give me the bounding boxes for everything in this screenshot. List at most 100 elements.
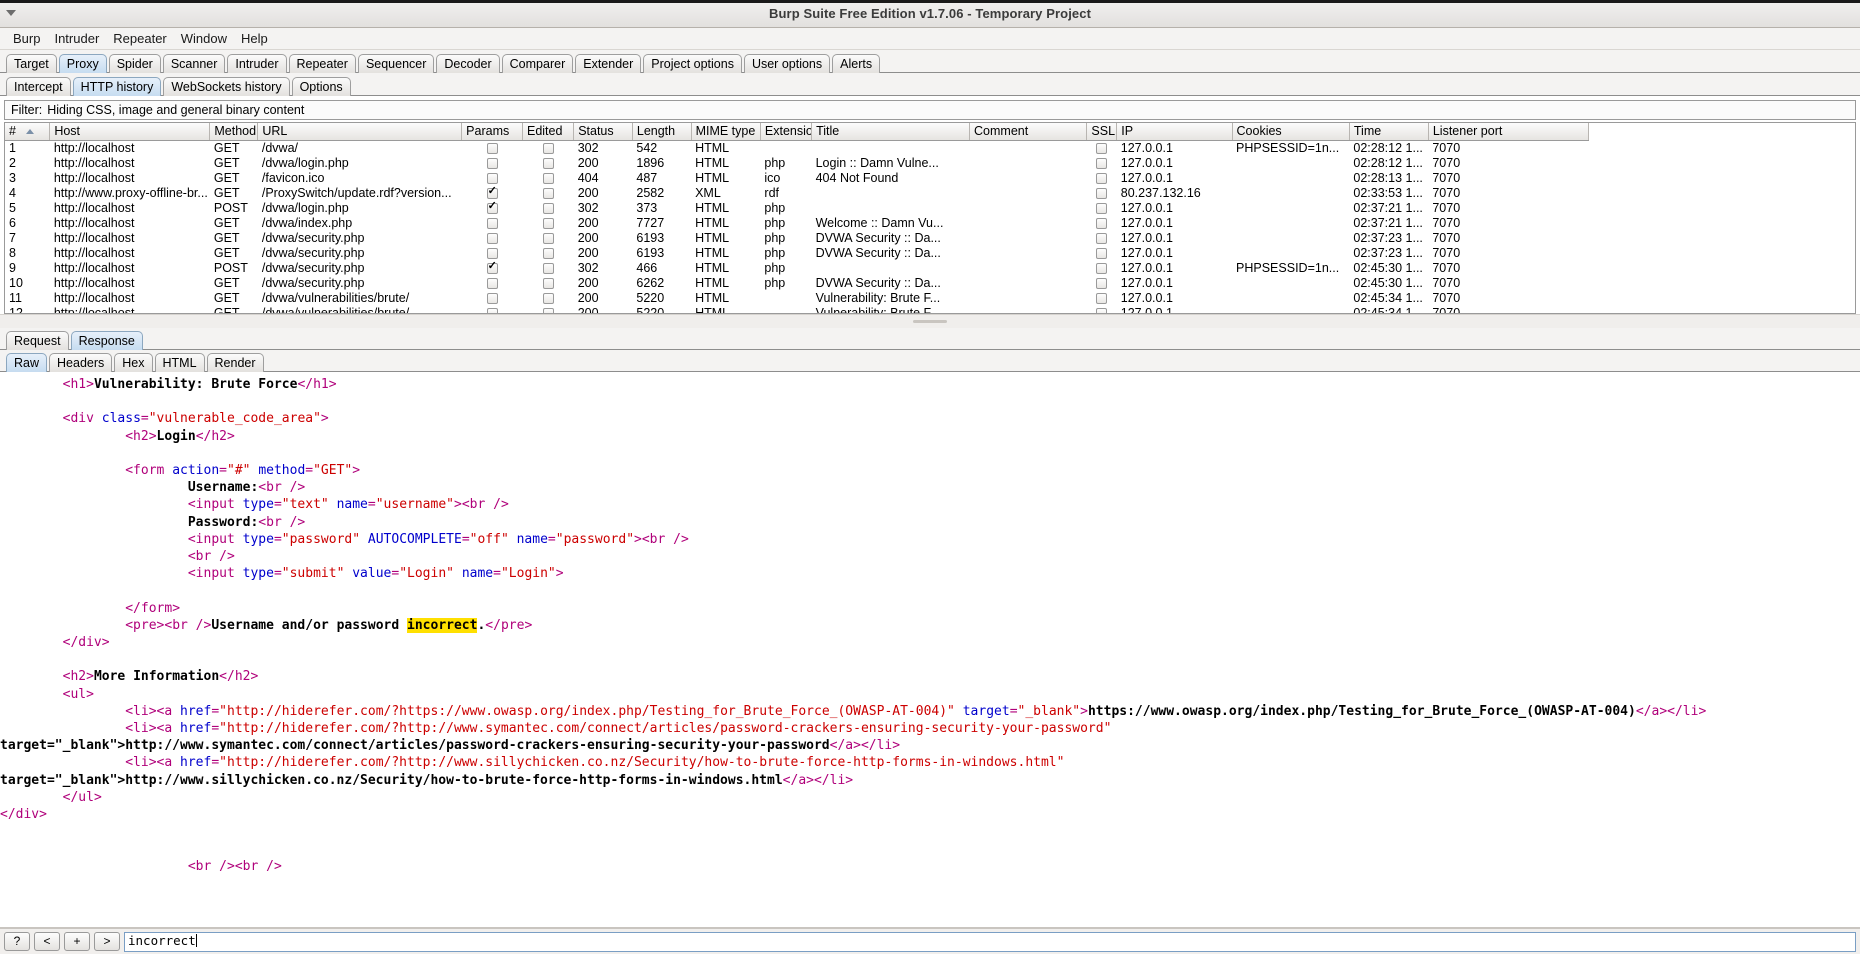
next-match-button[interactable]: > [94, 932, 120, 951]
column-header-ip[interactable]: IP [1117, 123, 1232, 140]
cell-ssl-checkbox[interactable] [1087, 201, 1117, 216]
cell-ssl-checkbox[interactable] [1087, 156, 1117, 171]
cell-params-checkbox[interactable] [462, 186, 523, 201]
menu-item-help[interactable]: Help [234, 29, 275, 48]
cell-edited-checkbox[interactable] [522, 291, 573, 306]
cell-params-checkbox[interactable] [462, 231, 523, 246]
cell-edited-checkbox[interactable] [522, 231, 573, 246]
tab-request[interactable]: Request [6, 331, 69, 350]
cell-edited-checkbox[interactable] [522, 276, 573, 291]
help-button[interactable]: ? [4, 932, 30, 951]
cell-ssl-checkbox[interactable] [1087, 291, 1117, 306]
cell-edited-checkbox[interactable] [522, 306, 573, 315]
search-input[interactable]: incorrect [124, 932, 1856, 952]
cell-params-checkbox[interactable] [462, 201, 523, 216]
column-header-cookies[interactable]: Cookies [1232, 123, 1349, 140]
table-row[interactable]: 8http://localhostGET/dvwa/security.php20… [5, 246, 1589, 261]
viewtab-raw[interactable]: Raw [6, 353, 47, 372]
horizontal-splitter[interactable] [0, 314, 1860, 328]
cell-edited-checkbox[interactable] [522, 140, 573, 156]
cell-params-checkbox[interactable] [462, 246, 523, 261]
column-header-mime-type[interactable]: MIME type [691, 123, 760, 140]
cell-params-checkbox[interactable] [462, 140, 523, 156]
table-row[interactable]: 2http://localhostGET/dvwa/login.php20018… [5, 156, 1589, 171]
cell-params-checkbox[interactable] [462, 216, 523, 231]
dropdown-triangle-icon[interactable] [6, 10, 16, 16]
table-row[interactable]: 7http://localhostGET/dvwa/security.php20… [5, 231, 1589, 246]
cell-edited-checkbox[interactable] [522, 156, 573, 171]
column-header-comment[interactable]: Comment [970, 123, 1087, 140]
cell-params-checkbox[interactable] [462, 156, 523, 171]
previous-match-button[interactable]: < [34, 932, 60, 951]
cell-params-checkbox[interactable] [462, 261, 523, 276]
table-row[interactable]: 6http://localhostGET/dvwa/index.php20077… [5, 216, 1589, 231]
tab-target[interactable]: Target [6, 54, 57, 73]
column-header-title[interactable]: Title [812, 123, 970, 140]
column-header-status[interactable]: Status [574, 123, 633, 140]
cell-ssl-checkbox[interactable] [1087, 231, 1117, 246]
cell-edited-checkbox[interactable] [522, 246, 573, 261]
table-row[interactable]: 9http://localhostPOST/dvwa/security.php3… [5, 261, 1589, 276]
cell-params-checkbox[interactable] [462, 276, 523, 291]
cell-edited-checkbox[interactable] [522, 186, 573, 201]
subtab-http-history[interactable]: HTTP history [73, 77, 162, 96]
column-header-params[interactable]: Params [462, 123, 523, 140]
tab-spider[interactable]: Spider [109, 54, 161, 73]
subtab-intercept[interactable]: Intercept [6, 77, 71, 96]
viewtab-headers[interactable]: Headers [49, 353, 112, 372]
tab-intruder[interactable]: Intruder [227, 54, 286, 73]
cell-ssl-checkbox[interactable] [1087, 216, 1117, 231]
column-header-url[interactable]: URL [258, 123, 462, 140]
cell-ssl-checkbox[interactable] [1087, 246, 1117, 261]
cell-edited-checkbox[interactable] [522, 216, 573, 231]
table-row[interactable]: 12http://localhostGET/dvwa/vulnerabiliti… [5, 306, 1589, 315]
cell-edited-checkbox[interactable] [522, 171, 573, 186]
column-header-edited[interactable]: Edited [522, 123, 573, 140]
cell-ssl-checkbox[interactable] [1087, 186, 1117, 201]
subtab-options[interactable]: Options [292, 77, 351, 96]
cell-params-checkbox[interactable] [462, 306, 523, 315]
cell-ssl-checkbox[interactable] [1087, 171, 1117, 186]
viewtab-hex[interactable]: Hex [114, 353, 152, 372]
column-header-extension[interactable]: Extension [760, 123, 811, 140]
subtab-websockets-history[interactable]: WebSockets history [163, 77, 289, 96]
tab-extender[interactable]: Extender [575, 54, 641, 73]
tab-project-options[interactable]: Project options [643, 54, 742, 73]
menu-item-window[interactable]: Window [174, 29, 234, 48]
column-header-host[interactable]: Host [50, 123, 210, 140]
tab-sequencer[interactable]: Sequencer [358, 54, 434, 73]
menu-item-burp[interactable]: Burp [6, 29, 47, 48]
column-header-num[interactable]: # [5, 123, 50, 140]
table-row[interactable]: 10http://localhostGET/dvwa/security.php2… [5, 276, 1589, 291]
cell-ssl-checkbox[interactable] [1087, 276, 1117, 291]
column-header-length[interactable]: Length [632, 123, 691, 140]
cell-edited-checkbox[interactable] [522, 201, 573, 216]
tab-comparer[interactable]: Comparer [502, 54, 574, 73]
table-row[interactable]: 1http://localhostGET/dvwa/302542HTML127.… [5, 140, 1589, 156]
tab-proxy[interactable]: Proxy [59, 54, 107, 73]
menu-item-intruder[interactable]: Intruder [47, 29, 106, 48]
column-header-ssl[interactable]: SSL [1087, 123, 1117, 140]
cell-ssl-checkbox[interactable] [1087, 306, 1117, 315]
cell-ssl-checkbox[interactable] [1087, 261, 1117, 276]
viewtab-render[interactable]: Render [207, 353, 264, 372]
response-body-viewer[interactable]: <h1>Vulnerability: Brute Force</h1> <div… [0, 372, 1860, 928]
filter-bar[interactable]: Filter: Hiding CSS, image and general bi… [4, 100, 1856, 120]
table-row[interactable]: 11http://localhostGET/dvwa/vulnerabiliti… [5, 291, 1589, 306]
http-history-table-container[interactable]: # Host Method URL Params Edited Status L… [4, 122, 1856, 314]
cell-params-checkbox[interactable] [462, 291, 523, 306]
table-row[interactable]: 4http://www.proxy-offline-br...GET/Proxy… [5, 186, 1589, 201]
menu-item-repeater[interactable]: Repeater [106, 29, 173, 48]
tab-user-options[interactable]: User options [744, 54, 830, 73]
cell-edited-checkbox[interactable] [522, 261, 573, 276]
tab-alerts[interactable]: Alerts [832, 54, 880, 73]
column-header-time[interactable]: Time [1349, 123, 1428, 140]
tab-response[interactable]: Response [71, 331, 143, 350]
cell-params-checkbox[interactable] [462, 171, 523, 186]
add-search-button[interactable]: + [64, 932, 90, 951]
table-row[interactable]: 5http://localhostPOST/dvwa/login.php3023… [5, 201, 1589, 216]
column-header-listener-port[interactable]: Listener port [1428, 123, 1588, 140]
tab-repeater[interactable]: Repeater [289, 54, 356, 73]
viewtab-html[interactable]: HTML [155, 353, 205, 372]
column-header-method[interactable]: Method [210, 123, 258, 140]
